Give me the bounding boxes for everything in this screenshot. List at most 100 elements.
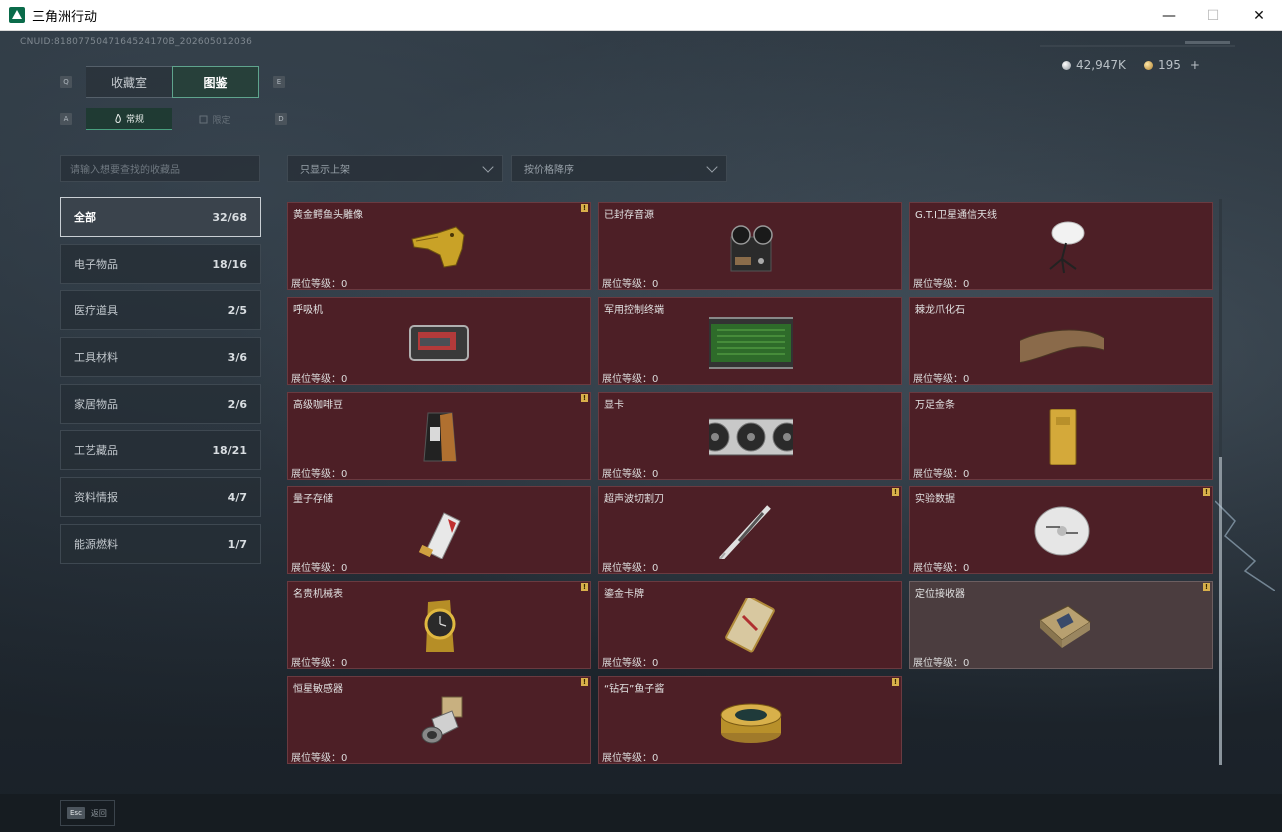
item-card[interactable]: 呼吸机 展位等级：0 bbox=[287, 297, 591, 385]
silver-coin-icon bbox=[1062, 60, 1071, 70]
item-card[interactable]: 名贵机械表 ! 展位等级：0 bbox=[287, 581, 591, 669]
item-card[interactable]: 恒星敏感器 ! 展位等级：0 bbox=[287, 676, 591, 764]
shelf-filter-label: 只显示上架 bbox=[300, 165, 350, 176]
item-card[interactable]: 已封存音源 展位等级：0 bbox=[598, 202, 902, 290]
item-name: 实验数据 bbox=[915, 494, 955, 505]
subtab-limited[interactable]: 限定 bbox=[172, 108, 258, 130]
add-currency-button[interactable]: + bbox=[1190, 58, 1200, 72]
gilded-card-icon bbox=[725, 598, 775, 653]
player-uid: CNUID:8180775047164524170B_202605012036 bbox=[20, 37, 253, 47]
booth-level: 展位等级：0 bbox=[602, 374, 659, 385]
locator-receiver-icon bbox=[1039, 605, 1091, 648]
item-flag-badge: ! bbox=[581, 393, 588, 402]
sort-dropdown[interactable]: 按价格降序 bbox=[511, 155, 727, 182]
item-card[interactable]: G.T.I卫星通信天线 展位等级：0 bbox=[909, 202, 1213, 290]
item-name: 名贵机械表 bbox=[293, 589, 343, 600]
search-input[interactable]: 请输入想要查找的收藏品 bbox=[60, 155, 260, 182]
category-medical[interactable]: 医疗道具 2/5 bbox=[60, 290, 261, 330]
category-label: 资料情报 bbox=[74, 491, 118, 504]
ventilator-icon bbox=[409, 325, 469, 361]
item-name: 量子存储 bbox=[293, 494, 333, 505]
back-button[interactable]: Esc 返回 bbox=[60, 800, 115, 826]
gold-bar-icon bbox=[1049, 409, 1077, 465]
category-count: 18/21 bbox=[212, 443, 247, 457]
minimize-button[interactable]: — bbox=[1146, 0, 1192, 31]
item-name: 棘龙爪化石 bbox=[915, 305, 965, 316]
back-label: 返回 bbox=[90, 808, 107, 818]
booth-level: 展位等级：0 bbox=[291, 374, 348, 385]
booth-level: 展位等级：0 bbox=[913, 658, 970, 669]
booth-level: 展位等级：0 bbox=[602, 279, 659, 290]
silver-amount: 42,947K bbox=[1076, 58, 1126, 72]
item-card[interactable]: 棘龙爪化石 展位等级：0 bbox=[909, 297, 1213, 385]
maximize-button[interactable]: ☐ bbox=[1190, 0, 1236, 31]
item-name: G.T.I卫星通信天线 bbox=[915, 210, 997, 221]
item-name: 恒星敏感器 bbox=[293, 684, 343, 695]
item-card[interactable]: 定位接收器 ! 展位等级：0 bbox=[909, 581, 1213, 669]
item-flag-badge: ! bbox=[581, 582, 588, 591]
close-button[interactable]: ✕ bbox=[1236, 0, 1282, 31]
category-crafts[interactable]: 工艺藏品 18/21 bbox=[60, 430, 261, 470]
window-titlebar: 三角洲行动 — ☐ ✕ bbox=[0, 0, 1282, 31]
graphics-card-icon bbox=[709, 418, 793, 456]
data-disc-icon bbox=[1034, 506, 1090, 556]
satellite-dish-icon bbox=[1049, 221, 1085, 274]
shelf-filter-dropdown[interactable]: 只显示上架 bbox=[287, 155, 503, 182]
key-hint-d: D bbox=[275, 113, 287, 125]
flame-icon bbox=[115, 113, 121, 123]
booth-level: 展位等级：0 bbox=[602, 658, 659, 669]
item-name: 军用控制终端 bbox=[604, 305, 664, 316]
item-card[interactable]: 黄金鳄鱼头雕像 ! 展位等级：0 bbox=[287, 202, 591, 290]
header-divider-accent bbox=[1185, 41, 1230, 44]
category-count: 2/6 bbox=[227, 397, 247, 411]
item-card[interactable]: 万足金条 展位等级：0 bbox=[909, 392, 1213, 480]
booth-level: 展位等级：0 bbox=[913, 469, 970, 480]
item-card[interactable]: 高级咖啡豆 ! 展位等级：0 bbox=[287, 392, 591, 480]
lightning-decoration bbox=[1215, 500, 1275, 591]
ultrasonic-knife-icon bbox=[718, 505, 771, 559]
category-count: 1/7 bbox=[227, 537, 247, 551]
header-divider bbox=[1040, 45, 1235, 47]
category-count: 4/7 bbox=[227, 490, 247, 504]
gold-crocodile-head-icon bbox=[411, 226, 465, 268]
category-count: 3/6 bbox=[227, 350, 247, 364]
category-label: 医疗道具 bbox=[74, 304, 118, 317]
key-hint-e: E bbox=[273, 76, 285, 88]
category-label: 电子物品 bbox=[74, 258, 118, 271]
tab-catalog[interactable]: 图鉴 bbox=[172, 66, 259, 98]
sort-label: 按价格降序 bbox=[524, 165, 574, 176]
booth-level: 展位等级：0 bbox=[291, 658, 348, 669]
subtab-limited-label: 限定 bbox=[212, 115, 231, 126]
category-tools[interactable]: 工具材料 3/6 bbox=[60, 337, 261, 377]
item-card[interactable]: 实验数据 ! 展位等级：0 bbox=[909, 486, 1213, 574]
item-card[interactable]: “钻石”鱼子酱 ! 展位等级：0 bbox=[598, 676, 902, 764]
item-card[interactable]: 军用控制终端 展位等级：0 bbox=[598, 297, 902, 385]
category-household[interactable]: 家居物品 2/6 bbox=[60, 384, 261, 424]
category-label: 能源燃料 bbox=[74, 538, 118, 551]
item-name: “钻石”鱼子酱 bbox=[604, 684, 665, 695]
chevron-down-icon bbox=[482, 161, 494, 173]
booth-level: 展位等级：0 bbox=[602, 563, 659, 574]
category-energy[interactable]: 能源燃料 1/7 bbox=[60, 524, 261, 564]
booth-level: 展位等级：0 bbox=[291, 279, 348, 290]
military-terminal-icon bbox=[709, 317, 793, 369]
item-card[interactable]: 超声波切割刀 ! 展位等级：0 bbox=[598, 486, 902, 574]
item-card[interactable]: 显卡 展位等级：0 bbox=[598, 392, 902, 480]
item-name: 黄金鳄鱼头雕像 bbox=[293, 210, 363, 221]
tab-collection-room[interactable]: 收藏室 bbox=[86, 66, 172, 98]
subtab-normal-label: 常规 bbox=[125, 115, 144, 125]
item-card[interactable]: 鎏金卡牌 展位等级：0 bbox=[598, 581, 902, 669]
category-intel[interactable]: 资料情报 4/7 bbox=[60, 477, 261, 517]
item-name: 显卡 bbox=[604, 400, 624, 411]
item-flag-badge: ! bbox=[581, 677, 588, 686]
item-card[interactable]: 量子存储 展位等级：0 bbox=[287, 486, 591, 574]
star-sensor-icon bbox=[421, 696, 463, 744]
booth-level: 展位等级：0 bbox=[291, 469, 348, 480]
category-electronics[interactable]: 电子物品 18/16 bbox=[60, 244, 261, 284]
item-flag-badge: ! bbox=[1203, 487, 1210, 496]
item-name: 万足金条 bbox=[915, 400, 955, 411]
item-name: 呼吸机 bbox=[293, 305, 323, 316]
category-all[interactable]: 全部 32/68 bbox=[60, 197, 261, 237]
booth-level: 展位等级：0 bbox=[291, 753, 348, 764]
subtab-normal[interactable]: 常规 bbox=[86, 108, 172, 130]
